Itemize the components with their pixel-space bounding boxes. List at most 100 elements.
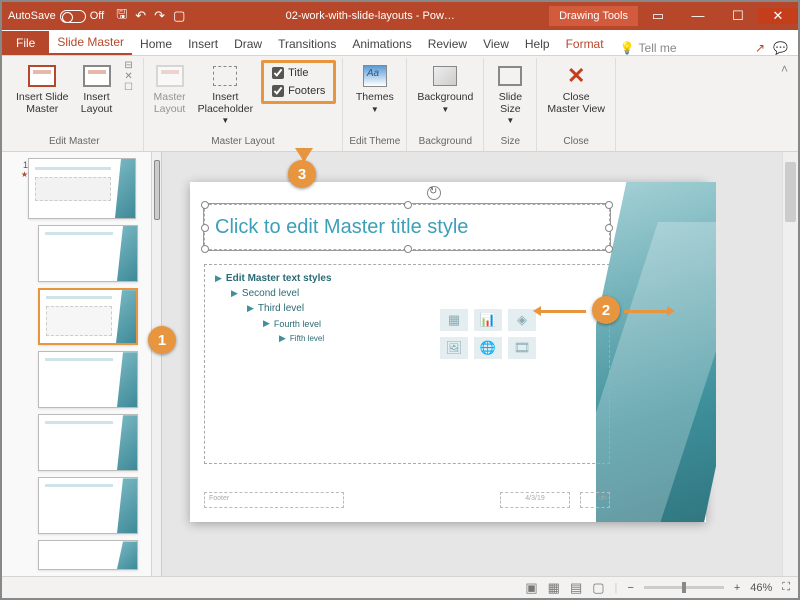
group-master-layout: Master Layout Insert Placeholder ▼ Title… [144, 58, 344, 151]
redo-icon[interactable]: ↷ [154, 8, 165, 24]
thumb-layout-selected[interactable] [38, 288, 138, 345]
zoom-level[interactable]: 46% [750, 582, 772, 594]
slide-size-label: Slide Size [499, 92, 522, 115]
scrollbar-thumb[interactable] [785, 162, 796, 222]
title-checkbox[interactable]: Title [272, 67, 325, 79]
content-icon-grid: ▦ 📊 ◈ 🖼 🌐 🎞 [440, 309, 550, 359]
footer-placeholder[interactable]: Footer [204, 492, 344, 508]
tab-insert[interactable]: Insert [180, 32, 226, 55]
tab-help[interactable]: Help [517, 32, 558, 55]
themes-button[interactable]: Themes ▼ [352, 60, 398, 116]
contextual-tab-label: Drawing Tools [549, 6, 638, 26]
insert-slide-master-label: Insert Slide Master [16, 92, 69, 115]
resize-handle-icon[interactable] [201, 201, 209, 209]
vertical-scrollbar[interactable] [782, 152, 798, 576]
ribbon-tabs: File Slide Master Home Insert Draw Trans… [2, 30, 798, 56]
close-master-view-button[interactable]: ✕ Close Master View [543, 60, 609, 117]
slide-canvas[interactable]: Click to edit Master title style ▶Edit M… [162, 152, 798, 576]
resize-handle-icon[interactable] [605, 201, 613, 209]
slide-size-button[interactable]: Slide Size ▼ [490, 60, 530, 128]
insert-placeholder-button[interactable]: Insert Placeholder ▼ [194, 60, 257, 128]
resize-handle-icon[interactable] [201, 245, 209, 253]
slide-number-placeholder[interactable]: ‹#› [580, 492, 610, 508]
title-checkbox-input[interactable] [272, 67, 284, 79]
resize-handle-icon[interactable] [605, 245, 613, 253]
fit-to-window-icon[interactable]: ⛶ [782, 581, 790, 594]
body-lvl3: Third level [258, 303, 304, 314]
zoom-out-icon[interactable]: − [627, 582, 633, 594]
zoom-in-icon[interactable]: + [734, 582, 740, 594]
tab-file[interactable]: File [2, 31, 49, 55]
chart-icon[interactable]: 📊 [474, 309, 502, 331]
resize-handle-icon[interactable] [201, 224, 209, 232]
slide-master-preview[interactable]: Click to edit Master title style ▶Edit M… [190, 182, 706, 522]
footers-checkbox[interactable]: Footers [272, 85, 325, 97]
maximize-icon[interactable]: ☐ [718, 8, 758, 24]
collapse-ribbon-icon[interactable]: ˄ [775, 58, 794, 151]
reading-view-icon[interactable]: ▤ [570, 580, 582, 596]
group-edit-theme: Themes ▼ Edit Theme [343, 58, 407, 151]
thumb-layout[interactable] [38, 225, 138, 282]
thumb-layout[interactable] [38, 477, 138, 534]
group-background: Background ▼ Background [407, 58, 484, 151]
close-x-icon: ✕ [567, 64, 585, 88]
share-icon[interactable]: ↗ [755, 41, 765, 55]
callout-2-badge: 2 [592, 296, 620, 324]
autosave-toggle[interactable]: AutoSave Off [2, 10, 110, 23]
body-placeholder[interactable]: ▶Edit Master text styles ▶Second level ▶… [204, 264, 610, 464]
window-title: 02-work-with-slide-layouts - Pow… [191, 10, 549, 22]
comments-icon[interactable]: 💬 [773, 41, 788, 55]
tab-format[interactable]: Format [558, 32, 612, 55]
date-placeholder[interactable]: 4/3/19 [500, 492, 570, 508]
save-icon[interactable]: 🖫 [116, 5, 127, 27]
edit-master-more[interactable]: ⊟✕☐ [121, 60, 137, 92]
tab-view[interactable]: View [475, 32, 517, 55]
minimize-icon[interactable]: — [678, 8, 718, 24]
insert-placeholder-label: Insert Placeholder [198, 92, 253, 115]
undo-icon[interactable]: ↶ [135, 8, 146, 24]
tab-home[interactable]: Home [132, 32, 180, 55]
picture-icon[interactable]: 🖼 [440, 337, 468, 359]
tab-transitions[interactable]: Transitions [270, 32, 344, 55]
slideshow-view-icon[interactable]: ▢ [592, 580, 604, 596]
window-controls: ▭ — ☐ ✕ [638, 8, 798, 24]
thumb-layout[interactable] [38, 414, 138, 471]
footers-checkbox-input[interactable] [272, 85, 284, 97]
thumb-layout[interactable] [38, 351, 138, 408]
online-picture-icon[interactable]: 🌐 [474, 337, 502, 359]
tab-draw[interactable]: Draw [226, 32, 270, 55]
work-area: 1 ★ Click to edit Master title style [2, 152, 798, 576]
master-layout-button: Master Layout [150, 60, 190, 117]
thumb-master[interactable] [28, 158, 136, 219]
smartart-icon[interactable]: ◈ [508, 309, 536, 331]
tell-me-search[interactable]: 💡 Tell me [612, 41, 745, 55]
close-icon[interactable]: ✕ [758, 8, 798, 24]
background-button[interactable]: Background ▼ [413, 60, 477, 116]
slideshow-icon[interactable]: ▢ [173, 8, 185, 24]
ribbon-options-icon[interactable]: ▭ [638, 8, 678, 24]
thumb-layout[interactable] [38, 540, 138, 570]
resize-handle-icon[interactable] [404, 201, 412, 209]
callout-2-arrow-left [540, 310, 586, 313]
themes-label: Themes [356, 92, 394, 104]
normal-view-icon[interactable]: ▣ [525, 580, 537, 596]
body-lvl1: Edit Master text styles [226, 273, 332, 284]
tab-animations[interactable]: Animations [344, 32, 419, 55]
title-placeholder[interactable]: Click to edit Master title style [204, 204, 610, 250]
insert-slide-master-button[interactable]: Insert Slide Master [12, 60, 73, 117]
tab-review[interactable]: Review [420, 32, 475, 55]
zoom-slider[interactable] [644, 586, 724, 589]
resize-handle-icon[interactable] [404, 245, 412, 253]
ribbon: Insert Slide Master Insert Layout ⊟✕☐ Ed… [2, 56, 798, 152]
tab-slide-master[interactable]: Slide Master [49, 30, 132, 55]
insert-layout-button[interactable]: Insert Layout [77, 60, 117, 117]
table-icon[interactable]: ▦ [440, 309, 468, 331]
callout-3-badge: 3 [288, 160, 316, 188]
thumbnail-pane[interactable]: 1 ★ [2, 152, 152, 576]
pane-splitter[interactable] [152, 152, 162, 576]
resize-handle-icon[interactable] [605, 224, 613, 232]
rotation-handle-icon[interactable] [427, 186, 441, 200]
zoom-slider-knob[interactable] [682, 582, 686, 593]
video-icon[interactable]: 🎞 [508, 337, 536, 359]
sorter-view-icon[interactable]: ▦ [548, 580, 560, 596]
